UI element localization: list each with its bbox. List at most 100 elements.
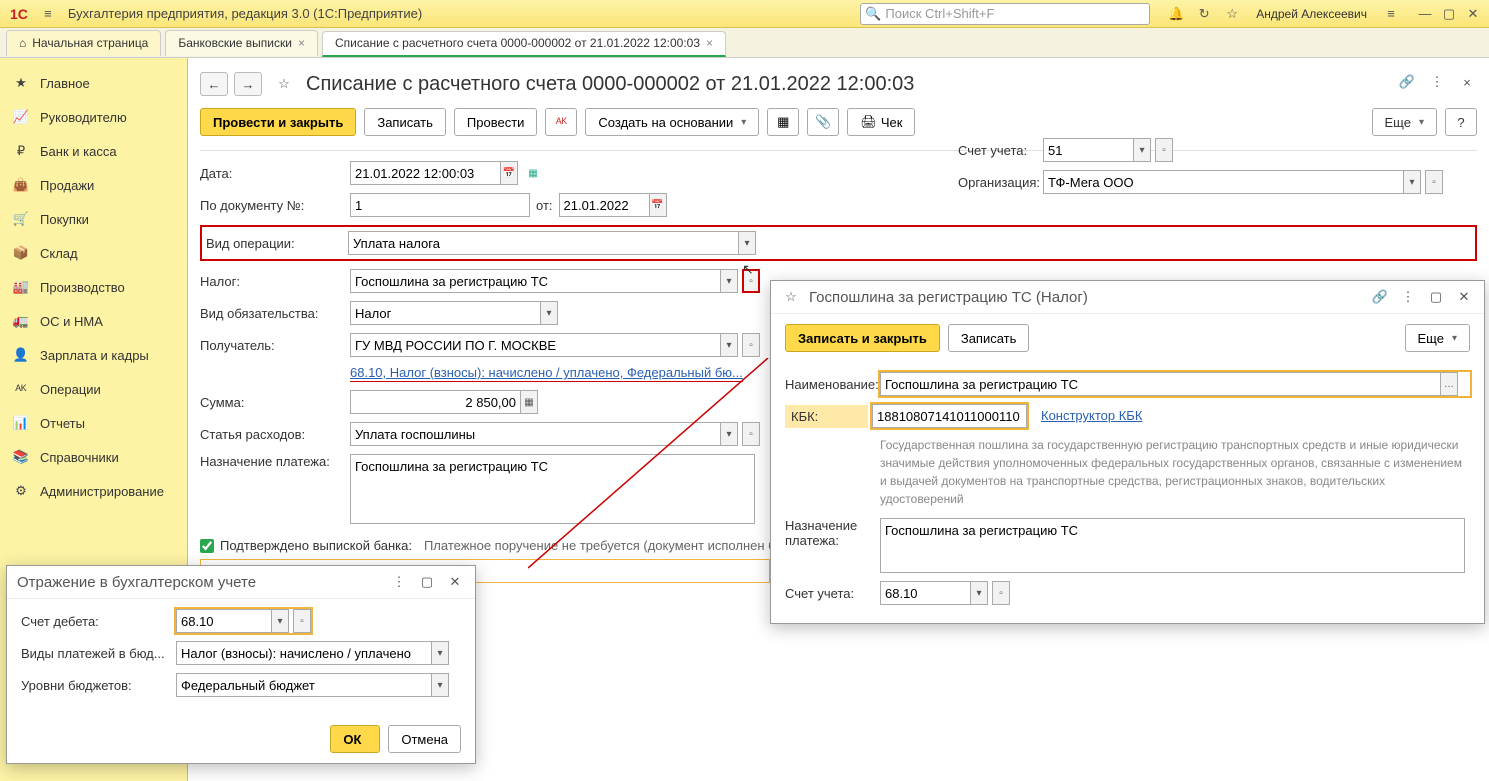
minimize-icon[interactable]: —	[1415, 4, 1435, 24]
dropdown-icon[interactable]: ▾	[720, 333, 738, 357]
check-button[interactable]: 🖨 Чек	[847, 108, 915, 136]
date-input[interactable]	[350, 161, 500, 185]
maximize-icon[interactable]: ▢	[417, 572, 437, 592]
bell-icon[interactable]: 🔔	[1166, 4, 1186, 24]
sidebar-item-purchases[interactable]: 🛒Покупки	[0, 202, 187, 236]
docdate-input[interactable]	[559, 193, 649, 217]
more-button[interactable]: Еще	[1405, 324, 1470, 352]
sidebar-item-production[interactable]: 🏭Производство	[0, 270, 187, 304]
filter-icon[interactable]: ≡	[1381, 4, 1401, 24]
dropdown-icon[interactable]: ▾	[1403, 170, 1421, 194]
sidebar-item-manager[interactable]: 📈Руководителю	[0, 100, 187, 134]
org-input[interactable]	[1043, 170, 1403, 194]
sum-input[interactable]	[350, 390, 520, 414]
star-outline-icon[interactable]: ☆	[781, 287, 801, 307]
tab-bank-statements[interactable]: Банковские выписки ×	[165, 30, 318, 56]
ellipsis-icon[interactable]: …	[1440, 372, 1458, 396]
kebab-icon[interactable]: ⋮	[1398, 287, 1418, 307]
purpose-input[interactable]	[880, 518, 1465, 573]
docnum-input[interactable]	[350, 193, 530, 217]
expense-input[interactable]	[350, 422, 720, 446]
history-icon[interactable]: ↻	[1194, 4, 1214, 24]
dropdown-icon[interactable]: ▾	[738, 231, 756, 255]
back-button[interactable]: ←	[200, 72, 228, 96]
open-icon[interactable]: ▫	[742, 333, 760, 357]
kbk-input[interactable]	[872, 404, 1027, 428]
attach-icon[interactable]: 📎	[807, 108, 839, 136]
write-button[interactable]: Записать	[364, 108, 446, 136]
close-doc-icon[interactable]: ×	[1457, 72, 1477, 92]
confirm-checkbox[interactable]	[200, 539, 214, 553]
accounting-link[interactable]: 68.10, Налог (взносы): начислено / уплач…	[350, 365, 743, 382]
close-icon[interactable]: ✕	[445, 572, 465, 592]
sidebar-item-admin[interactable]: ⚙Администрирование	[0, 474, 187, 508]
dropdown-icon[interactable]: ▾	[1133, 138, 1151, 162]
dropdown-icon[interactable]: ▾	[431, 641, 449, 665]
sidebar-item-assets[interactable]: 🚛ОС и НМА	[0, 304, 187, 338]
star-icon[interactable]: ☆	[1222, 4, 1242, 24]
hamburger-icon[interactable]: ≡	[38, 4, 58, 24]
forward-button[interactable]: →	[234, 72, 262, 96]
kebab-icon[interactable]: ⋮	[389, 572, 409, 592]
sidebar-item-sales[interactable]: 👜Продажи	[0, 168, 187, 202]
search-input[interactable]: 🔍 Поиск Ctrl+Shift+F	[860, 3, 1150, 25]
purpose-input[interactable]	[350, 454, 755, 524]
write-button[interactable]: Записать	[948, 324, 1030, 352]
tab-close-icon[interactable]: ×	[298, 36, 305, 50]
account-input[interactable]	[880, 581, 970, 605]
sidebar-item-bank[interactable]: ₽Банк и касса	[0, 134, 187, 168]
post-close-button[interactable]: Провести и закрыть	[200, 108, 356, 136]
link-icon[interactable]: 🔗	[1397, 72, 1417, 92]
dropdown-icon[interactable]: ▾	[431, 673, 449, 697]
open-icon[interactable]: ▫	[1425, 170, 1443, 194]
sidebar-item-main[interactable]: ★Главное	[0, 66, 187, 100]
kbk-constructor-link[interactable]: Конструктор КБК	[1041, 408, 1142, 424]
tab-close-icon[interactable]: ×	[706, 36, 713, 50]
open-icon[interactable]: ▫	[293, 609, 311, 633]
maximize-icon[interactable]: ▢	[1439, 4, 1459, 24]
ok-button[interactable]: ОК	[330, 725, 380, 753]
debit-input[interactable]	[176, 609, 271, 633]
tab-home[interactable]: ⌂ Начальная страница	[6, 30, 161, 56]
dropdown-icon[interactable]: ▾	[540, 301, 558, 325]
refresh-icon[interactable]: ▦	[524, 161, 542, 185]
sidebar-item-reports[interactable]: 📊Отчеты	[0, 406, 187, 440]
open-icon[interactable]: ▫	[742, 422, 760, 446]
optype-input[interactable]	[348, 231, 738, 255]
tab-writeoff[interactable]: Списание с расчетного счета 0000-000002 …	[322, 31, 726, 57]
dropdown-icon[interactable]: ▾	[970, 581, 988, 605]
link-icon[interactable]: 🔗	[1370, 287, 1390, 307]
create-based-button[interactable]: Создать на основании	[585, 108, 759, 136]
blevel-input[interactable]	[176, 673, 431, 697]
calc-icon[interactable]: ▦	[520, 390, 538, 414]
star-outline-icon[interactable]: ☆	[274, 74, 294, 94]
ptype-input[interactable]	[176, 641, 431, 665]
dropdown-icon[interactable]: ▾	[720, 269, 738, 293]
obligation-input[interactable]	[350, 301, 540, 325]
open-icon[interactable]: ▫	[1155, 138, 1173, 162]
dk-icon[interactable]: ᴬᴷ	[545, 108, 577, 136]
sidebar-item-refs[interactable]: 📚Справочники	[0, 440, 187, 474]
open-icon[interactable]: ▫	[992, 581, 1010, 605]
dropdown-icon[interactable]: ▾	[271, 609, 289, 633]
more-button[interactable]: Еще	[1372, 108, 1437, 136]
recipient-input[interactable]	[350, 333, 720, 357]
tax-input[interactable]	[350, 269, 720, 293]
user-name[interactable]: Андрей Алексеевич	[1256, 7, 1367, 21]
sidebar-item-hr[interactable]: 👤Зарплата и кадры	[0, 338, 187, 372]
structure-icon[interactable]: ▦	[767, 108, 799, 136]
sidebar-item-warehouse[interactable]: 📦Склад	[0, 236, 187, 270]
kebab-icon[interactable]: ⋮	[1427, 72, 1447, 92]
write-close-button[interactable]: Записать и закрыть	[785, 324, 940, 352]
calendar-icon[interactable]: 📅	[500, 161, 518, 185]
maximize-icon[interactable]: ▢	[1426, 287, 1446, 307]
calendar-icon[interactable]: 📅	[649, 193, 667, 217]
account-input[interactable]	[1043, 138, 1133, 162]
sidebar-item-operations[interactable]: ᴬᴷОперации	[0, 372, 187, 406]
close-icon[interactable]: ✕	[1454, 287, 1474, 307]
help-button[interactable]: ?	[1445, 108, 1477, 136]
cancel-button[interactable]: Отмена	[388, 725, 461, 753]
post-button[interactable]: Провести	[454, 108, 538, 136]
close-icon[interactable]: ✕	[1463, 4, 1483, 24]
name-input[interactable]	[880, 372, 1440, 396]
